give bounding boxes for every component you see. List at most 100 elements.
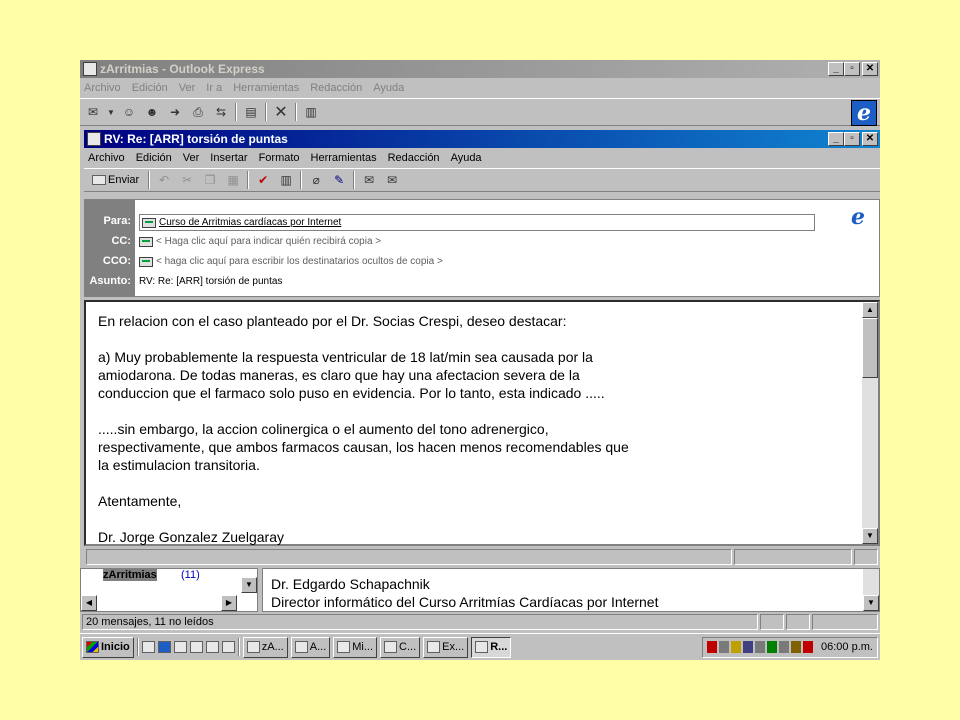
message-window-titlebar[interactable]: RV: Re: [ARR] torsión de puntas _ ▫ ✕ (84, 130, 880, 148)
menu-herramientas[interactable]: Herramientas (311, 152, 377, 164)
quick-launch-desktop-icon[interactable] (141, 641, 155, 653)
scroll-thumb[interactable] (862, 318, 878, 378)
cut-icon[interactable]: ✂ (178, 172, 196, 188)
address-book-icon[interactable]: ▥ (277, 172, 295, 188)
copy-to-icon[interactable]: ▤ (242, 104, 260, 120)
message-body-text[interactable]: En relacion con el caso planteado por el… (98, 312, 858, 546)
send-receive-icon[interactable]: ⇆ (212, 104, 230, 120)
folder-zarritmias[interactable]: zArritmias (103, 569, 157, 581)
undo-icon[interactable]: ↶ (155, 172, 173, 188)
quick-launch-channels-icon[interactable] (189, 641, 203, 653)
menu-ver[interactable]: Ver (179, 82, 196, 94)
close-icon[interactable]: ✕ (862, 132, 878, 146)
tray-icon[interactable] (731, 641, 742, 653)
body-vertical-scrollbar[interactable]: ▲ ▼ (862, 302, 878, 544)
message-body-editor[interactable]: En relacion con el caso planteado por el… (84, 300, 880, 546)
subject-value[interactable]: RV: Re: [ARR] torsión de puntas (139, 276, 282, 287)
message-menubar: Archivo Edición Ver Insertar Formato Her… (84, 149, 880, 167)
menu-edicion[interactable]: Edición (132, 82, 168, 94)
quick-launch-folder-icon[interactable] (221, 641, 235, 653)
menu-edicion[interactable]: Edición (136, 152, 172, 164)
to-field[interactable]: Curso de Arritmias cardíacas por Interne… (139, 214, 815, 231)
task-button-zarritmias[interactable]: zA... (242, 636, 288, 658)
reply-all-icon[interactable]: ☻ (143, 104, 161, 120)
scroll-up-icon[interactable]: ▲ (862, 302, 878, 318)
sign-message-icon[interactable]: ✉ (360, 172, 378, 188)
tray-icon[interactable] (767, 641, 778, 653)
signature-icon[interactable]: ✎ (330, 172, 348, 188)
cc-placeholder[interactable]: < Haga clic aquí para indicar quién reci… (156, 236, 381, 247)
tray-icon[interactable] (707, 641, 718, 653)
start-label: Inicio (101, 641, 130, 653)
preview-vertical-scrollbar[interactable]: ▼ (863, 569, 879, 611)
tray-icon[interactable] (719, 641, 730, 653)
preview-signature-title: Director informático del Curso Arritmías… (271, 594, 659, 610)
menu-redaccion[interactable]: Redacción (388, 152, 440, 164)
main-statusbar: 20 mensajes, 11 no leídos (80, 613, 880, 631)
task-button-mi[interactable]: Mi... (333, 636, 378, 658)
tray-icon[interactable] (755, 641, 766, 653)
volume-icon[interactable] (779, 641, 790, 653)
bcc-field[interactable]: < haga clic aquí para escribir los desti… (139, 256, 443, 267)
quick-launch-outlook-icon[interactable] (173, 641, 187, 653)
new-message-icon[interactable]: ✉ (84, 104, 102, 120)
menu-herramientas[interactable]: Herramientas (233, 82, 299, 94)
task-button-r-active[interactable]: R... (471, 636, 512, 658)
task-label: Ex... (442, 641, 465, 653)
main-window-titlebar[interactable]: zArritmias - Outlook Express _ ▫ ✕ (80, 60, 880, 78)
attach-icon[interactable]: ⌀ (307, 172, 325, 188)
maximize-icon[interactable]: ▫ (844, 62, 860, 76)
task-button-ex[interactable]: Ex... (423, 636, 469, 658)
tray-icon[interactable] (791, 641, 802, 653)
scroll-down-icon[interactable]: ▼ (241, 577, 257, 593)
internet-explorer-icon: e (851, 204, 865, 230)
dropdown-arrow-icon[interactable]: ▼ (107, 104, 115, 120)
menu-ayuda[interactable]: Ayuda (373, 82, 404, 94)
system-tray: 06:00 p.m. (702, 636, 878, 658)
menu-formato[interactable]: Formato (259, 152, 300, 164)
scroll-down-icon[interactable]: ▼ (863, 595, 879, 611)
menu-ir-a[interactable]: Ir a (206, 82, 222, 94)
check-names-icon[interactable]: ✔ (254, 172, 272, 188)
toolbar-separator (300, 171, 303, 189)
minimize-icon[interactable]: _ (828, 132, 844, 146)
menu-archivo[interactable]: Archivo (84, 82, 121, 94)
address-book-icon[interactable]: ▥ (302, 104, 320, 120)
subject-field[interactable]: RV: Re: [ARR] torsión de puntas (139, 276, 282, 287)
start-button[interactable]: Inicio (82, 636, 134, 658)
toolbar-separator (235, 103, 237, 121)
tray-icon[interactable] (743, 641, 754, 653)
forward-icon[interactable]: ➜ (166, 104, 184, 120)
encrypt-message-icon[interactable]: ✉ (383, 172, 401, 188)
maximize-icon[interactable]: ▫ (844, 132, 860, 146)
delete-icon[interactable]: ✕ (272, 104, 290, 121)
send-button[interactable]: Enviar (88, 171, 144, 189)
to-recipient[interactable]: Curso de Arritmias cardíacas por Interne… (159, 217, 341, 228)
clock[interactable]: 06:00 p.m. (821, 641, 873, 653)
message-header-fields: Para: CC: CCO: Asunto: Curso de Arritmia… (84, 199, 880, 297)
cc-field[interactable]: < Haga clic aquí para indicar quién reci… (139, 236, 381, 247)
menu-archivo[interactable]: Archivo (88, 152, 125, 164)
paste-icon[interactable]: ▦ (224, 172, 242, 188)
scroll-left-icon[interactable]: ◀ (81, 595, 97, 611)
tray-icon[interactable] (803, 641, 814, 653)
reply-icon[interactable]: ☺ (120, 104, 138, 120)
menu-ver[interactable]: Ver (183, 152, 200, 164)
print-icon[interactable]: ⎙ (189, 104, 207, 120)
task-button-a[interactable]: A... (290, 636, 331, 658)
quick-launch-ie-icon[interactable] (157, 641, 171, 653)
folder-list-pane[interactable]: zArritmias (11) ▼ ◀ ▶ (80, 568, 258, 612)
close-icon[interactable]: ✕ (862, 62, 878, 76)
minimize-icon[interactable]: _ (828, 62, 844, 76)
menu-ayuda[interactable]: Ayuda (451, 152, 482, 164)
quick-launch-search-icon[interactable] (205, 641, 219, 653)
bcc-label: CCO: (102, 255, 131, 267)
copy-icon[interactable]: ❐ (201, 172, 219, 188)
menu-redaccion[interactable]: Redacción (310, 82, 362, 94)
scroll-down-icon[interactable]: ▼ (862, 528, 878, 544)
preview-pane[interactable]: Dr. Edgardo Schapachnik Director informá… (262, 568, 880, 612)
bcc-placeholder[interactable]: < haga clic aquí para escribir los desti… (156, 256, 443, 267)
task-button-c[interactable]: C... (380, 636, 421, 658)
scroll-right-icon[interactable]: ▶ (221, 595, 237, 611)
menu-insertar[interactable]: Insertar (210, 152, 247, 164)
